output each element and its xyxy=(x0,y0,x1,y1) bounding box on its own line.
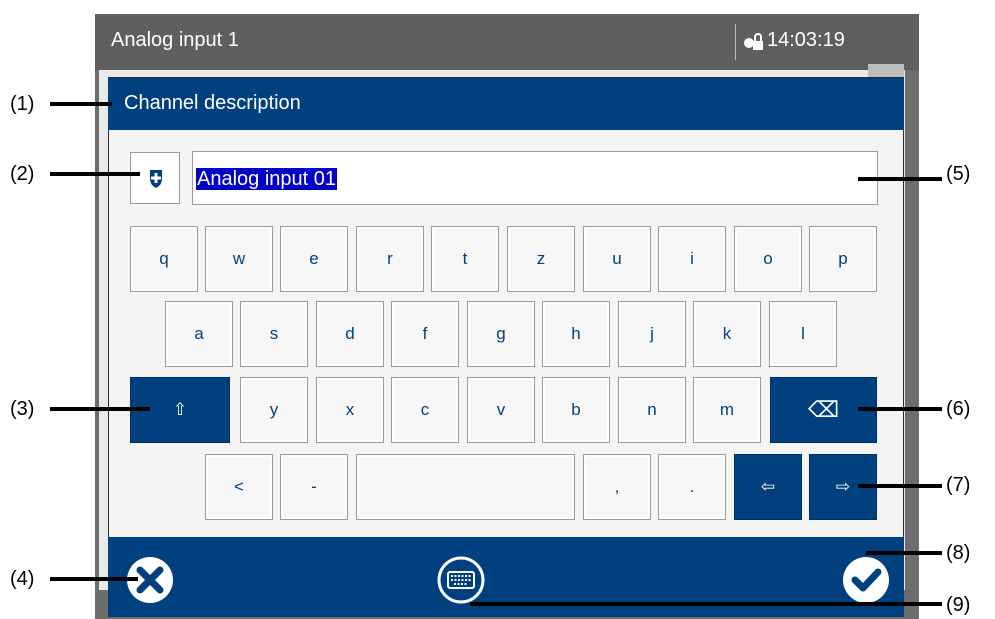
confirm-icon[interactable] xyxy=(841,555,891,605)
callout-2: (2) xyxy=(10,163,35,185)
space-key[interactable] xyxy=(356,454,575,520)
keyboard-icon[interactable] xyxy=(436,555,486,605)
callout-7: (7) xyxy=(946,474,971,496)
callout-6-line xyxy=(858,407,942,411)
key-period[interactable]: . xyxy=(658,454,726,520)
key-h[interactable]: h xyxy=(542,301,610,367)
callout-1: (1) xyxy=(10,93,35,115)
callout-5-line xyxy=(858,177,942,181)
key-w[interactable]: w xyxy=(205,226,273,292)
key-p[interactable]: p xyxy=(809,226,877,292)
key-g[interactable]: g xyxy=(467,301,535,367)
callout-3-line xyxy=(50,407,150,411)
input-selected-text: Analog input 01 xyxy=(196,168,338,190)
titlebar-divider xyxy=(735,24,736,60)
key-i[interactable]: i xyxy=(658,226,726,292)
clock: 14:03:19 xyxy=(767,29,845,51)
key-u[interactable]: u xyxy=(583,226,651,292)
callout-1-line xyxy=(50,102,112,106)
callout-7-line xyxy=(858,484,942,488)
window-titlebar: Analog input 1 14:03:19 xyxy=(95,14,919,70)
callout-9: (9) xyxy=(946,594,971,616)
key-k[interactable]: k xyxy=(693,301,761,367)
cursor-left-key[interactable]: ⇦ xyxy=(734,454,802,520)
key-o[interactable]: o xyxy=(734,226,802,292)
lock-icon xyxy=(744,33,763,50)
key-a[interactable]: a xyxy=(165,301,233,367)
key-hyphen[interactable]: - xyxy=(280,454,348,520)
key-y[interactable]: y xyxy=(240,377,308,443)
callout-3: (3) xyxy=(10,398,35,420)
key-s[interactable]: s xyxy=(240,301,308,367)
key-q[interactable]: q xyxy=(130,226,198,292)
key-x[interactable]: x xyxy=(316,377,384,443)
window-title: Analog input 1 xyxy=(111,29,239,51)
key-m[interactable]: m xyxy=(693,377,761,443)
key-n[interactable]: n xyxy=(618,377,686,443)
key-f[interactable]: f xyxy=(391,301,459,367)
key-b[interactable]: b xyxy=(542,377,610,443)
key-z[interactable]: z xyxy=(507,226,575,292)
callout-4: (4) xyxy=(10,568,35,590)
dialog-title: Channel description xyxy=(124,92,301,114)
callout-2-line xyxy=(50,172,140,176)
callout-9-line xyxy=(470,602,942,606)
key-comma[interactable]: , xyxy=(583,454,651,520)
callout-6: (6) xyxy=(946,398,971,420)
callout-8-line xyxy=(866,551,942,555)
key-v[interactable]: v xyxy=(467,377,535,443)
key-l[interactable]: l xyxy=(769,301,837,367)
callout-8: (8) xyxy=(946,542,971,564)
text-options-button[interactable] xyxy=(130,152,180,204)
callout-5: (5) xyxy=(946,163,971,185)
key-d[interactable]: d xyxy=(316,301,384,367)
key-r[interactable]: r xyxy=(356,226,424,292)
key-j[interactable]: j xyxy=(618,301,686,367)
callout-4-line xyxy=(50,577,138,581)
key-e[interactable]: e xyxy=(280,226,348,292)
key-c[interactable]: c xyxy=(391,377,459,443)
key-t[interactable]: t xyxy=(431,226,499,292)
shield-plus-icon xyxy=(150,170,162,188)
key-less-than[interactable]: < xyxy=(205,454,273,520)
